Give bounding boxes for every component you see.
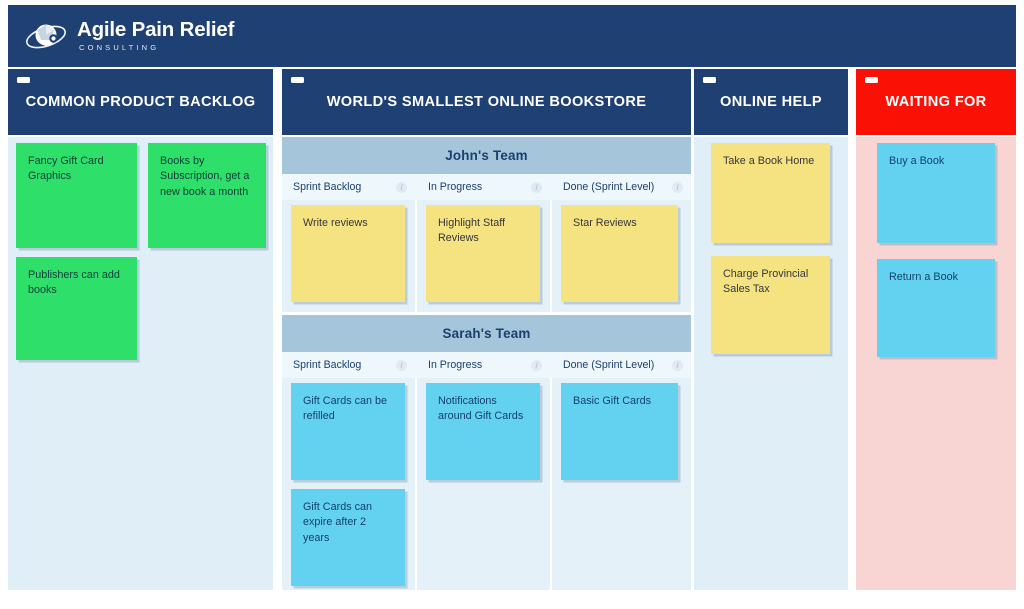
column-header-common-product-backlog[interactable]: COMMON PRODUCT BACKLOG: [8, 69, 273, 135]
sub-column-label: In Progress: [428, 359, 483, 371]
card-text: Return a Book: [889, 271, 959, 283]
column-header-online-help[interactable]: ONLINE HELP: [694, 69, 848, 135]
column-title: WAITING FOR: [885, 94, 987, 110]
sub-column-header-row-johns-team: Sprint Backlog i In Progress i Done (Spr…: [282, 174, 691, 200]
sub-column-header-done-sprint-level[interactable]: Done (Sprint Level) i: [552, 352, 691, 378]
swimlane-header-johns-team[interactable]: John's Team: [282, 137, 691, 174]
brand-title: Agile Pain Relief: [77, 17, 235, 41]
column-title: ONLINE HELP: [720, 94, 822, 110]
column-body-worlds-smallest-online-bookstore: John's Team Sprint Backlog i In Progress…: [282, 137, 691, 590]
minimize-icon[interactable]: [17, 77, 30, 83]
card[interactable]: Write reviews: [291, 205, 405, 302]
card-text: Take a Book Home: [723, 155, 815, 167]
card[interactable]: Gift Cards can expire after 2 years: [291, 489, 405, 586]
sub-column-header-in-progress[interactable]: In Progress i: [417, 352, 550, 378]
card[interactable]: Charge Provincial Sales Tax: [711, 256, 830, 354]
swimlane-title: Sarah's Team: [442, 326, 531, 341]
sub-column-divider: [415, 378, 417, 590]
minimize-icon[interactable]: [291, 77, 304, 83]
card-text: Buy a Book: [889, 155, 945, 167]
card-text: Star Reviews: [573, 217, 637, 229]
sub-column-label: In Progress: [428, 181, 483, 193]
board-column-common-product-backlog[interactable]: COMMON PRODUCT BACKLOG Fancy Gift Card G…: [8, 69, 273, 590]
card[interactable]: Buy a Book: [877, 143, 995, 243]
info-icon[interactable]: i: [531, 359, 542, 371]
card[interactable]: Notifications around Gift Cards: [426, 383, 540, 480]
kanban-board: COMMON PRODUCT BACKLOG Fancy Gift Card G…: [0, 69, 1024, 595]
column-title: COMMON PRODUCT BACKLOG: [25, 94, 256, 110]
sub-column-header-sprint-backlog[interactable]: Sprint Backlog i: [282, 352, 415, 378]
swimlane-header-sarahs-team[interactable]: Sarah's Team: [282, 315, 691, 352]
card-text: Publishers can add books: [28, 269, 120, 297]
card-text: Fancy Gift Card Graphics: [28, 155, 104, 183]
card[interactable]: Star Reviews: [561, 205, 678, 302]
brand-subtitle: CONSULTING: [79, 43, 160, 53]
sub-column-label: Sprint Backlog: [293, 359, 362, 371]
info-icon[interactable]: i: [531, 181, 542, 193]
card[interactable]: Take a Book Home: [711, 143, 830, 243]
board-column-worlds-smallest-online-bookstore[interactable]: WORLD'S SMALLEST ONLINE BOOKSTORE John's…: [282, 69, 691, 590]
info-icon[interactable]: i: [396, 359, 407, 371]
board-column-waiting-for[interactable]: WAITING FOR Buy a Book Return a Book: [856, 69, 1016, 590]
sub-column-divider: [550, 200, 552, 312]
sub-column-label: Done (Sprint Level): [563, 359, 655, 371]
card-text: Notifications around Gift Cards: [438, 395, 524, 423]
card[interactable]: Fancy Gift Card Graphics: [16, 143, 137, 248]
app-header: Agile Pain Relief CONSULTING: [8, 5, 1016, 67]
card[interactable]: Highlight Staff Reviews: [426, 205, 540, 302]
card[interactable]: Books by Subscription, get a new book a …: [148, 143, 266, 248]
column-body-online-help: Take a Book Home Charge Provincial Sales…: [694, 137, 848, 590]
card-text: Charge Provincial Sales Tax: [723, 268, 809, 296]
card[interactable]: Basic Gift Cards: [561, 383, 678, 480]
column-body-waiting-for: Buy a Book Return a Book: [856, 137, 1016, 590]
sub-column-divider: [550, 378, 552, 590]
card-text: Gift Cards can expire after 2 years: [303, 501, 373, 544]
sub-column-label: Sprint Backlog: [293, 181, 362, 193]
card-text: Write reviews: [303, 217, 368, 229]
column-title: WORLD'S SMALLEST ONLINE BOOKSTORE: [326, 94, 647, 110]
sub-column-label: Done (Sprint Level): [563, 181, 655, 193]
card-text: Highlight Staff Reviews: [438, 217, 506, 245]
column-body-common-product-backlog: Fancy Gift Card Graphics Books by Subscr…: [8, 137, 273, 590]
minimize-icon[interactable]: [703, 77, 716, 83]
sub-column-header-in-progress[interactable]: In Progress i: [417, 174, 550, 200]
board-column-online-help[interactable]: ONLINE HELP Take a Book Home Charge Prov…: [694, 69, 848, 590]
sub-column-divider: [415, 200, 417, 312]
minimize-icon[interactable]: [865, 77, 878, 83]
info-icon[interactable]: i: [672, 359, 683, 371]
sub-column-header-sprint-backlog[interactable]: Sprint Backlog i: [282, 174, 415, 200]
info-icon[interactable]: i: [396, 181, 407, 193]
column-header-waiting-for[interactable]: WAITING FOR: [856, 69, 1016, 135]
card-text: Basic Gift Cards: [573, 395, 651, 407]
sub-column-header-row-sarahs-team: Sprint Backlog i In Progress i Done (Spr…: [282, 352, 691, 378]
card-text: Books by Subscription, get a new book a …: [160, 155, 250, 198]
info-icon[interactable]: i: [672, 181, 683, 193]
card[interactable]: Gift Cards can be refilled: [291, 383, 405, 480]
card[interactable]: Return a Book: [877, 259, 995, 357]
column-header-worlds-smallest-online-bookstore[interactable]: WORLD'S SMALLEST ONLINE BOOKSTORE: [282, 69, 691, 135]
sub-column-header-done-sprint-level[interactable]: Done (Sprint Level) i: [552, 174, 691, 200]
brand-wordmark: Agile Pain Relief CONSULTING: [77, 17, 235, 53]
card[interactable]: Publishers can add books: [16, 257, 137, 360]
swimlane-body-johns-team: Write reviews Highlight Staff Reviews St…: [282, 200, 691, 312]
swimlane-body-sarahs-team: Gift Cards can be refilled Gift Cards ca…: [282, 378, 691, 590]
globe-orbit-logo-icon: [24, 16, 68, 56]
swimlane-title: John's Team: [445, 148, 528, 163]
card-text: Gift Cards can be refilled: [303, 395, 388, 423]
